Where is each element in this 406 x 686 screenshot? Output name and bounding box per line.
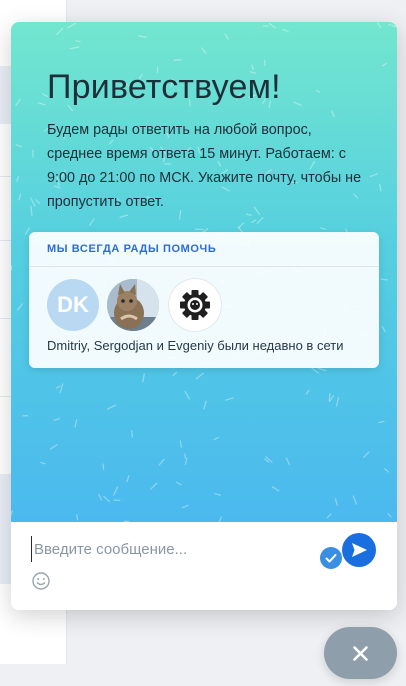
avatar-evgeniy [169, 279, 221, 331]
send-button[interactable] [342, 533, 376, 567]
greeting-title: Приветствуем! [47, 68, 281, 106]
team-online-status: Dmitriy, Sergodjan и Evgeniy были недавн… [47, 338, 344, 353]
emoji-icon[interactable] [31, 571, 51, 591]
close-chat-button[interactable] [324, 627, 397, 679]
chat-widget: Приветствуем! Будем рады ответить на люб… [11, 22, 397, 610]
send-icon [352, 543, 367, 557]
gear-icon [180, 290, 210, 320]
message-composer [11, 522, 397, 610]
team-card: МЫ ВСЕГДА РАДЫ ПОМОЧЬ DK Dmitriy, Sergod… [29, 232, 379, 368]
intro-text: Будем рады ответить на любой вопрос, сре… [47, 122, 362, 210]
avatar-dmitriy: DK [47, 279, 99, 331]
close-icon [353, 646, 368, 661]
message-input[interactable] [31, 536, 314, 562]
avatar-sergodjan [107, 279, 159, 331]
chat-header: Приветствуем! Будем рады ответить на люб… [11, 22, 397, 522]
check-icon [320, 547, 342, 569]
team-card-heading: МЫ ВСЕГДА РАДЫ ПОМОЧЬ [29, 232, 379, 267]
cat-photo-icon [107, 279, 159, 331]
